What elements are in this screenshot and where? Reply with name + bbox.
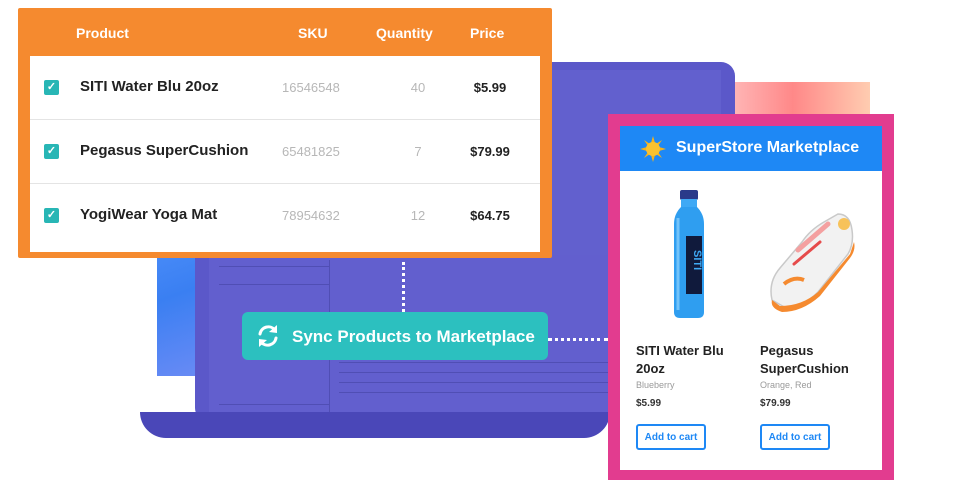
column-header-sku: SKU [298, 25, 328, 41]
table-body: ✓ SITI Water Blu 20oz 16546548 40 $5.99 … [30, 56, 540, 252]
marketplace-item: SITI SITI Water Blu 20oz Blueberry $5.99… [634, 184, 744, 464]
column-header-product: Product [76, 25, 129, 41]
product-price: $64.75 [470, 208, 510, 223]
product-table-card: Product SKU Quantity Price ✓ SITI Water … [18, 8, 552, 258]
product-sku: 65481825 [282, 144, 340, 159]
row-checkbox[interactable]: ✓ [44, 144, 59, 159]
sync-products-button[interactable]: Sync Products to Marketplace [242, 312, 548, 360]
item-variant: Blueberry [636, 380, 675, 390]
product-sku: 78954632 [282, 208, 340, 223]
product-price: $79.99 [470, 144, 510, 159]
table-row[interactable]: ✓ Pegasus SuperCushion 65481825 7 $79.99 [30, 120, 540, 184]
laptop-base [140, 412, 610, 438]
item-variant: Orange, Red [760, 380, 812, 390]
sync-icon [258, 325, 278, 347]
product-sku: 16546548 [282, 80, 340, 95]
marketplace-panel: SuperStore Marketplace SITI SITI Water B… [620, 126, 882, 470]
product-quantity: 12 [410, 208, 426, 223]
table-header: Product SKU Quantity Price [18, 8, 552, 56]
row-checkbox[interactable]: ✓ [44, 208, 59, 223]
sync-button-label: Sync Products to Marketplace [292, 327, 535, 346]
column-header-quantity: Quantity [376, 25, 433, 41]
table-row[interactable]: ✓ YogiWear Yoga Mat 78954632 12 $64.75 [30, 184, 540, 248]
item-name: SITI Water Blu 20oz [636, 343, 724, 376]
product-quantity: 40 [410, 80, 426, 95]
marketplace-title: SuperStore Marketplace [676, 139, 860, 156]
sneaker-image [770, 213, 855, 312]
product-price: $5.99 [473, 80, 507, 95]
table-row[interactable]: ✓ SITI Water Blu 20oz 16546548 40 $5.99 [30, 56, 540, 120]
product-name: SITI Water Blu 20oz [80, 78, 219, 95]
product-quantity: 7 [414, 144, 422, 159]
item-price: $79.99 [760, 398, 791, 409]
marketplace-header: SuperStore Marketplace [620, 126, 882, 171]
marketplace-card: SuperStore Marketplace SITI SITI Water B… [608, 114, 894, 480]
item-price: $5.99 [636, 398, 662, 409]
svg-text:SITI: SITI [691, 250, 703, 270]
connector-line-horizontal [548, 338, 608, 341]
add-to-cart-button[interactable]: Add to cart [760, 424, 830, 450]
item-name: Pegasus SuperCushion [760, 343, 849, 376]
add-to-cart-button[interactable]: Add to cart [636, 424, 706, 450]
product-name: YogiWear Yoga Mat [80, 206, 218, 223]
row-checkbox[interactable]: ✓ [44, 80, 59, 95]
water-bottle-image: SITI [674, 190, 704, 318]
promo-scene: Product SKU Quantity Price ✓ SITI Water … [0, 0, 960, 480]
product-name: Pegasus SuperCushion [80, 142, 249, 159]
sun-icon [640, 136, 666, 162]
connector-line-vertical [402, 262, 405, 312]
marketplace-item: Pegasus SuperCushion Orange, Red $79.99 … [758, 184, 868, 464]
column-header-price: Price [470, 25, 505, 41]
